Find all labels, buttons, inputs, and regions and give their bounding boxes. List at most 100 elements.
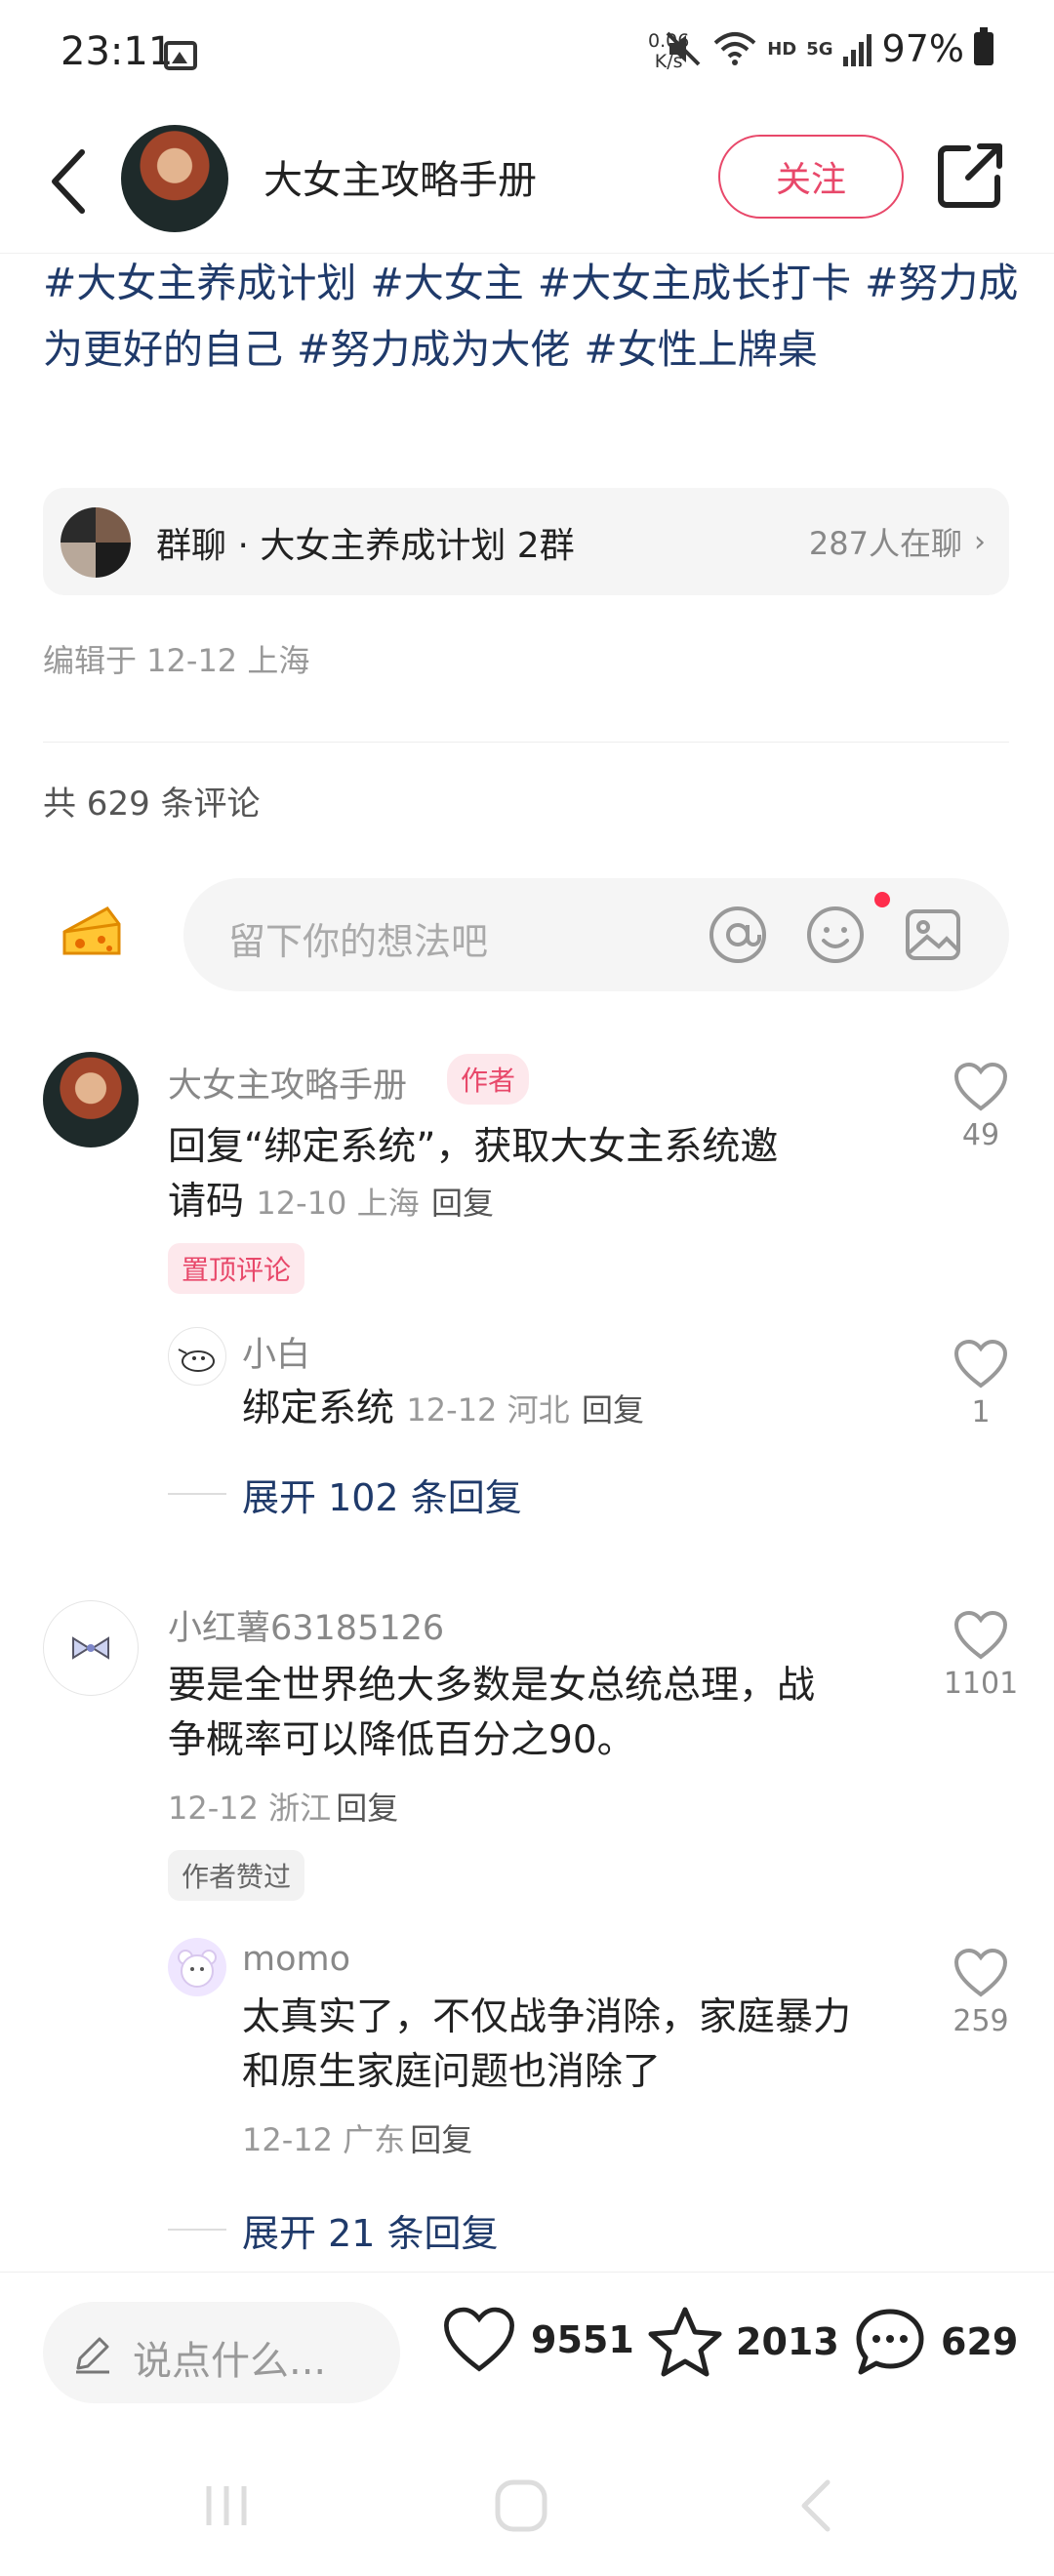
comment-username[interactable]: 大女主攻略手册	[168, 1058, 407, 1107]
system-back-icon[interactable]	[792, 2476, 841, 2535]
comment-meta: 12-12 浙江 回复	[168, 1784, 398, 1829]
heart-icon[interactable]	[441, 2306, 517, 2374]
group-chat-online: 287人在聊	[808, 525, 962, 562]
author-name[interactable]: 大女主攻略手册	[264, 148, 537, 205]
system-nav-bar	[0, 2437, 1054, 2576]
comment-date: 12-12 广东	[242, 2121, 406, 2158]
emoji-icon[interactable]	[804, 904, 867, 966]
comment-like[interactable]: 1101	[927, 1610, 1034, 1701]
hashtag[interactable]: #大女主	[370, 260, 523, 306]
like-count: 1101	[943, 1667, 1019, 1701]
like-button[interactable]: 9551	[441, 2306, 634, 2374]
comment-text[interactable]: 要是全世界绝大多数是女总统总理，战 争概率可以降低百分之90。	[168, 1659, 890, 1768]
like-count: 259	[953, 2004, 1009, 2038]
comment-date: 12-10 上海	[256, 1185, 420, 1222]
comment-text[interactable]: 回复“绑定系统”，获取大女主系统邀 请码 12-10 上海 回复	[168, 1120, 890, 1230]
image-icon[interactable]	[902, 904, 964, 966]
comment-bubble-icon[interactable]	[853, 2306, 927, 2378]
comment-date: 12-12 河北	[406, 1391, 570, 1429]
hashtag[interactable]: #努力成为大佬	[297, 326, 570, 373]
star-icon[interactable]	[648, 2306, 722, 2378]
author-liked-badge: 作者赞过	[168, 1850, 305, 1901]
hashtag[interactable]: #大女主成长打卡	[538, 260, 851, 306]
collect-count: 2013	[736, 2320, 839, 2363]
reply-text-content: 绑定系统	[242, 1387, 395, 1430]
heart-icon[interactable]	[953, 1062, 1009, 1112]
comment-meta: 12-12 广东 回复	[242, 2115, 472, 2160]
edited-info: 编辑于 12-12 上海	[43, 642, 310, 679]
bottom-action-bar: 说点什么... 9551 2013 629	[0, 2272, 1054, 2437]
comment-username[interactable]: 小红薯63185126	[168, 1600, 444, 1650]
comment-like[interactable]: 49	[927, 1062, 1034, 1152]
avatar[interactable]	[43, 1052, 139, 1147]
hashtag-list: #大女主养成计划 #大女主 #大女主成长打卡 #努力成为更好的自己 #努力成为大佬 #女性…	[43, 250, 1019, 382]
share-icon[interactable]	[935, 139, 1007, 211]
hashtag[interactable]: #女性上牌桌	[584, 326, 817, 373]
follow-button[interactable]: 关注	[718, 135, 904, 219]
back-arrow-icon[interactable]	[43, 142, 94, 221]
cartoon-avatar-icon	[178, 1348, 215, 1372]
reply-button[interactable]: 回复	[336, 1790, 398, 1827]
mention-icon[interactable]	[707, 904, 769, 966]
network-5g-label: 5G	[806, 38, 833, 60]
comment-text-line: 争概率可以降低百分之90。	[168, 1718, 635, 1762]
like-count: 1	[971, 1395, 991, 1429]
post-header: 大女主攻略手册 关注	[0, 115, 1054, 254]
group-chat-name: 群聊 · 大女主养成计划 2群	[156, 526, 575, 566]
reply-text[interactable]: 绑定系统 12-12 河北 回复	[242, 1382, 644, 1437]
pinned-badge: 置顶评论	[168, 1243, 305, 1294]
collect-button[interactable]: 2013	[648, 2306, 839, 2378]
expand-replies-button[interactable]: 展开 21 条回复	[242, 2203, 499, 2257]
reply-text-line: 和原生家庭问题也消除了	[242, 2050, 662, 2094]
wifi-icon	[713, 32, 756, 65]
heart-icon[interactable]	[953, 1948, 1009, 1998]
heart-icon[interactable]	[953, 1610, 1009, 1661]
avatar[interactable]	[168, 1327, 226, 1386]
reply-text-line: 太真实了，不仅战争消除，家庭暴力	[242, 1995, 852, 2039]
comment-username[interactable]: 小白	[242, 1327, 310, 1377]
comment-text-line: 回复“绑定系统”，获取大女主系统邀	[168, 1125, 779, 1169]
recent-apps-icon[interactable]	[199, 2478, 254, 2533]
avatar[interactable]	[168, 1938, 226, 1996]
comment-input-placeholder: 留下你的想法吧	[228, 920, 489, 963]
status-bar: 23:11 0.06 K/s HD 5G 97%	[0, 0, 1054, 115]
comment-button[interactable]: 629	[853, 2306, 1018, 2378]
comment-like[interactable]: 1	[927, 1339, 1034, 1429]
bear-avatar-icon	[178, 1950, 217, 1988]
gallery-notification-icon	[164, 41, 197, 70]
comment-like[interactable]: 259	[927, 1948, 1034, 2038]
divider	[168, 1493, 226, 1495]
battery-percent: 97%	[881, 27, 964, 70]
signal-icon	[842, 34, 872, 66]
group-chat-card[interactable]: 群聊 · 大女主养成计划 2群 287人在聊 ›	[43, 488, 1009, 595]
hashtag[interactable]: #大女主养成计划	[43, 260, 356, 306]
reply-button[interactable]: 回复	[582, 1391, 644, 1429]
status-time: 23:11	[61, 29, 174, 74]
like-count: 9551	[531, 2318, 634, 2361]
notification-dot	[874, 892, 890, 907]
expand-replies-button[interactable]: 展开 102 条回复	[242, 1468, 522, 1521]
home-icon[interactable]	[492, 2476, 550, 2535]
reply-text[interactable]: 太真实了，不仅战争消除，家庭暴力 和原生家庭问题也消除了	[242, 1991, 906, 2100]
avatar[interactable]	[43, 1600, 139, 1696]
chevron-right-icon: ›	[974, 525, 986, 559]
divider	[43, 742, 1009, 743]
comment-text-line: 请码	[168, 1180, 245, 1224]
divider	[168, 2229, 226, 2231]
say-something-placeholder: 说点什么...	[133, 2339, 327, 2384]
author-badge: 作者	[447, 1054, 530, 1105]
comment-input[interactable]: 留下你的想法吧	[183, 878, 1009, 991]
comment-username[interactable]: momo	[242, 1940, 350, 1979]
reply-button[interactable]: 回复	[431, 1185, 494, 1222]
comment-date: 12-12 浙江	[168, 1790, 332, 1827]
comment-count: 629	[941, 2320, 1019, 2363]
reply-button[interactable]: 回复	[410, 2121, 472, 2158]
comment-text-line: 要是全世界绝大多数是女总统总理，战	[168, 1664, 816, 1708]
like-count: 49	[961, 1118, 1000, 1152]
say-something-input[interactable]: 说点什么...	[43, 2302, 400, 2403]
battery-icon	[974, 27, 993, 65]
status-right: HD 5G 97%	[664, 27, 993, 70]
author-avatar[interactable]	[121, 125, 228, 232]
bow-avatar-icon	[72, 1636, 109, 1660]
heart-icon[interactable]	[953, 1339, 1009, 1389]
